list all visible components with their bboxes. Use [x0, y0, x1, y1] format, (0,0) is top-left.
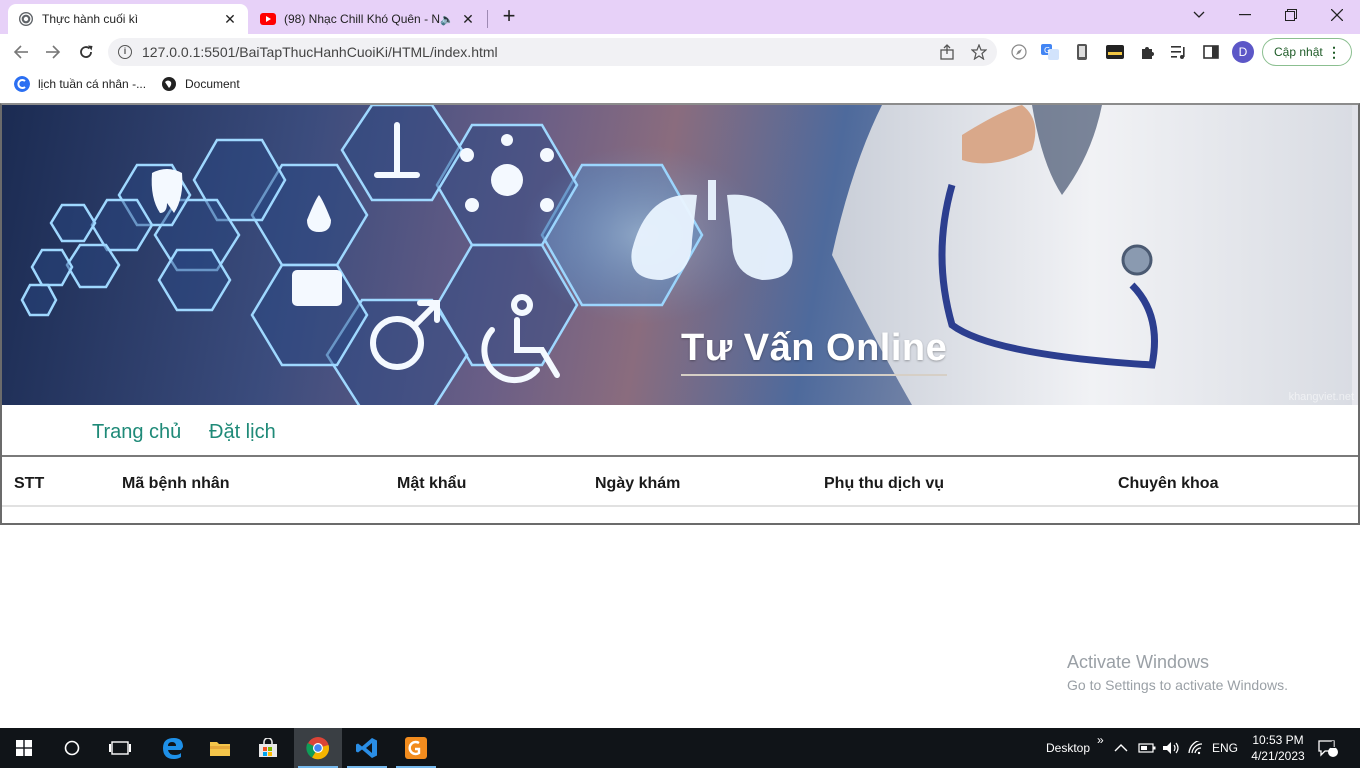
- col-header-stt: STT: [14, 475, 45, 492]
- nav-booking-link[interactable]: Đặt lịch: [209, 421, 276, 444]
- notification-center-button[interactable]: 1: [1318, 728, 1338, 768]
- file-explorer-button[interactable]: [196, 728, 244, 768]
- tab-title: Thực hành cuối kì: [42, 12, 139, 26]
- col-header-exam-date: Ngày khám: [595, 475, 681, 492]
- bookmark-star-icon[interactable]: [969, 42, 989, 62]
- table-header-row: STT Mã bệnh nhân Mật khẩu Ngày khám Phụ …: [2, 459, 1358, 507]
- globe-icon: [162, 77, 176, 91]
- col-header-password: Mật khẩu: [397, 475, 467, 492]
- phone-extension-icon[interactable]: [1072, 42, 1092, 62]
- update-button-label: Cập nhật: [1274, 45, 1323, 59]
- tab-separator: [487, 10, 488, 28]
- share-icon[interactable]: [937, 42, 957, 62]
- new-tab-button[interactable]: +: [498, 5, 520, 27]
- windows-logo-icon: [16, 740, 32, 756]
- desktop-toolbar-label[interactable]: Desktop: [1046, 728, 1090, 768]
- chrome-button[interactable]: [294, 728, 342, 768]
- pdf-app-button[interactable]: [392, 728, 440, 768]
- bookmarks-bar: lịch tuần cá nhân -... Document: [0, 70, 1360, 98]
- patient-table: STT Mã bệnh nhân Mật khẩu Ngày khám Phụ …: [2, 459, 1358, 523]
- chrome-icon: [306, 737, 330, 760]
- bookmark-label: lịch tuần cá nhân -...: [38, 77, 147, 91]
- toolbar-chevron[interactable]: »: [1097, 720, 1104, 760]
- activate-title: Activate Windows: [1067, 652, 1210, 672]
- vscode-icon: [356, 738, 377, 758]
- col-header-specialty: Chuyên khoa: [1118, 475, 1219, 492]
- speaker-icon: [1163, 742, 1179, 754]
- task-view-icon: [109, 741, 131, 755]
- translate-extension-icon[interactable]: G: [1040, 42, 1060, 62]
- vscode-button[interactable]: [343, 728, 391, 768]
- close-tab-icon[interactable]: ✕: [222, 11, 238, 28]
- tab-thuc-hanh[interactable]: Thực hành cuối kì ✕: [8, 4, 248, 34]
- medical-banner-art: [20, 105, 1352, 405]
- wifi-icon: [1188, 741, 1203, 755]
- battery-icon: [1138, 743, 1156, 753]
- close-tab-icon[interactable]: ✕: [460, 11, 476, 28]
- system-clock[interactable]: 10:53 PM 4/21/2023: [1245, 732, 1311, 764]
- col-header-service-fee: Phụ thu dịch vụ: [824, 475, 944, 492]
- search-button[interactable]: [48, 728, 96, 768]
- tab-title: (98) Nhạc Chill Khó Quên - N: [284, 12, 441, 26]
- reload-button[interactable]: [74, 40, 98, 64]
- side-panel-icon[interactable]: [1201, 42, 1221, 62]
- restore-button[interactable]: [1268, 0, 1314, 30]
- edge-icon: [163, 738, 183, 759]
- c-logo-icon: [14, 76, 30, 92]
- col-header-patient-id: Mã bệnh nhân: [122, 475, 230, 492]
- tab-search-icon[interactable]: [1176, 0, 1222, 30]
- windows-taskbar: Desktop » ENG 10:53 PM 4/21/2023 1: [0, 728, 1360, 768]
- language-indicator[interactable]: ENG: [1212, 728, 1238, 768]
- task-view-button[interactable]: [96, 728, 144, 768]
- compass-extension-icon[interactable]: [1009, 42, 1029, 62]
- youtube-icon: [260, 13, 276, 25]
- clock-time: 10:53 PM: [1252, 733, 1304, 747]
- bookmark-label: Document: [185, 77, 240, 91]
- globe-icon: [19, 12, 33, 26]
- folder-icon: [210, 742, 230, 756]
- banner-watermark: khangviet.net: [1288, 391, 1354, 403]
- wifi-tray-icon[interactable]: [1188, 728, 1206, 768]
- menu-dots-icon[interactable]: ⋮: [1327, 44, 1341, 61]
- bookmark-document[interactable]: Document: [161, 76, 240, 92]
- pdf-app-icon: [405, 737, 427, 759]
- tab-strip: Thực hành cuối kì ✕ (98) Nhạc Chill Khó …: [0, 0, 1360, 34]
- start-button[interactable]: [0, 728, 48, 768]
- activate-windows-watermark: Activate Windows Go to Settings to activ…: [1067, 652, 1288, 693]
- main-nav: Trang chủ Đặt lịch: [2, 405, 1358, 457]
- tab-youtube[interactable]: (98) Nhạc Chill Khó Quên - N 🔈 ✕: [250, 4, 486, 34]
- svg-text:G: G: [1044, 46, 1050, 55]
- forward-button[interactable]: [41, 40, 65, 64]
- clock-date: 4/21/2023: [1251, 749, 1305, 763]
- card-extension-icon[interactable]: [1105, 42, 1125, 62]
- page-content: Tư Vấn Online khangviet.net Trang chủ Đặ…: [0, 103, 1360, 525]
- site-info-icon[interactable]: i: [118, 45, 132, 59]
- notification-count: 1: [1330, 740, 1336, 751]
- nav-home-link[interactable]: Trang chủ: [92, 421, 181, 444]
- profile-avatar[interactable]: D: [1232, 41, 1254, 63]
- speaker-icon[interactable]: 🔈: [440, 13, 454, 26]
- show-hidden-icons[interactable]: [1114, 728, 1128, 768]
- chevron-up-icon: [1114, 744, 1128, 752]
- minimize-button[interactable]: [1222, 0, 1268, 30]
- browser-toolbar: i 127.0.0.1:5501/BaiTapThucHanhCuoiKi/HT…: [0, 34, 1360, 70]
- banner-title: Tư Vấn Online: [681, 327, 948, 376]
- store-button[interactable]: [244, 728, 292, 768]
- battery-tray-icon[interactable]: [1138, 728, 1156, 768]
- update-button[interactable]: Cập nhật ⋮: [1262, 38, 1352, 66]
- volume-tray-icon[interactable]: [1162, 728, 1180, 768]
- store-bag-icon: [259, 738, 277, 757]
- back-button[interactable]: [9, 40, 33, 64]
- media-queue-icon[interactable]: [1169, 42, 1189, 62]
- address-bar[interactable]: i 127.0.0.1:5501/BaiTapThucHanhCuoiKi/HT…: [108, 38, 997, 66]
- activate-subtitle: Go to Settings to activate Windows.: [1067, 677, 1288, 693]
- edge-button[interactable]: [148, 728, 196, 768]
- bookmark-lich-tuan[interactable]: lịch tuần cá nhân -...: [14, 76, 146, 92]
- address-url[interactable]: 127.0.0.1:5501/BaiTapThucHanhCuoiKi/HTML…: [142, 44, 498, 60]
- search-circle-icon: [64, 740, 80, 756]
- close-window-button[interactable]: [1314, 0, 1360, 30]
- banner-image: Tư Vấn Online khangviet.net: [2, 105, 1358, 405]
- extensions-puzzle-icon[interactable]: [1137, 42, 1157, 62]
